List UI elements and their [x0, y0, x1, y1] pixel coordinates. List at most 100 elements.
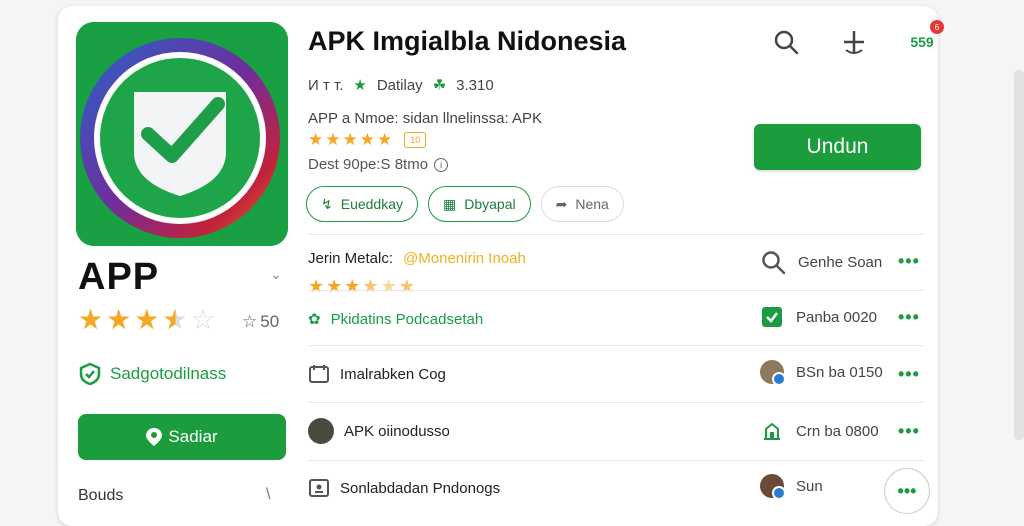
- row-right: Crn ba 0800: [760, 419, 879, 443]
- more-button[interactable]: •••: [884, 468, 930, 514]
- top-toolbar: 559 6: [770, 20, 944, 58]
- avatar: [308, 418, 334, 444]
- star-icon: ★: [326, 276, 343, 296]
- row-rating-stars: ★ ★ ★ ★ ★ ★: [308, 272, 415, 300]
- safety-label: Sadgotodilnass: [110, 364, 227, 383]
- left-action-button[interactable]: Sadiar: [78, 414, 286, 460]
- chip-action-2[interactable]: ▦ Dbyapal: [428, 186, 531, 222]
- star-half-icon: ★: [162, 304, 188, 335]
- row-highlight[interactable]: @Monenirin Inoah: [403, 250, 526, 267]
- status-dot: [772, 372, 786, 386]
- divider: [308, 345, 924, 346]
- calendar-icon: [309, 365, 329, 383]
- star-icon: ★: [78, 304, 104, 335]
- row-label: APK oiinodusso: [344, 422, 450, 440]
- section-label: Bouds: [78, 487, 124, 504]
- row-right-text: Panba 0020: [796, 308, 877, 326]
- star-icon: ★: [325, 130, 341, 149]
- divider: [308, 402, 924, 403]
- more-button[interactable]: •••: [898, 364, 920, 385]
- avatar[interactable]: [760, 474, 786, 500]
- chip-share[interactable]: ➦ Nena: [540, 186, 624, 222]
- meta-version: 3.310: [456, 76, 494, 94]
- more-button[interactable]: •••: [898, 251, 920, 272]
- checkbox-icon[interactable]: [760, 305, 784, 329]
- search-button[interactable]: [770, 26, 802, 58]
- chip-label: Eueddkay: [340, 196, 404, 212]
- row-right-text: Sun: [796, 477, 823, 495]
- list-item[interactable]: ✿ Pkidatins Podcadsetah: [308, 310, 483, 329]
- list-item[interactable]: Sonlabdadan Pndonogs: [308, 477, 500, 499]
- app-name: APP: [78, 256, 160, 298]
- notification-button[interactable]: 559 6: [906, 20, 944, 58]
- row-right-text: Crn ba 0800: [796, 422, 879, 440]
- page-title: APK Imgialbla Nidonesia: [308, 26, 627, 56]
- chip-action-1[interactable]: ↯ Eueddkay: [306, 186, 419, 222]
- leaf-icon: ↯: [321, 195, 333, 212]
- star-outline-icon: ☆: [242, 312, 258, 331]
- row-label: Sonlabdadan Pndonogs: [340, 479, 501, 497]
- notification-count: 559: [910, 34, 934, 50]
- meta-category[interactable]: Datilay: [377, 77, 423, 94]
- location-pin-icon: [146, 428, 163, 446]
- star-empty-icon: ☆: [190, 304, 216, 335]
- star-icon: ★: [377, 130, 393, 149]
- rating-badge: 10: [404, 132, 427, 148]
- notification-badge: 6: [930, 20, 944, 34]
- search-icon[interactable]: [760, 249, 786, 275]
- anchor-icon: [844, 31, 864, 54]
- app-icon: [76, 22, 288, 246]
- row-right-text: BSn ba 0150: [796, 363, 883, 381]
- install-button[interactable]: Undun: [754, 124, 921, 170]
- favorite-count-value: 50: [260, 312, 280, 331]
- description-text: Dest 90pe:S 8tmo: [308, 156, 429, 173]
- divider: [308, 460, 924, 461]
- star-icon: ★: [308, 276, 325, 296]
- star-icon: ★: [359, 130, 375, 149]
- app-description: Dest 90pe:S 8tmo i: [308, 156, 449, 173]
- status-dot: [772, 486, 786, 500]
- star-icon: ★: [398, 276, 415, 296]
- gear-icon: ✿: [308, 311, 321, 328]
- list-item[interactable]: Imalrabken Cog: [308, 363, 446, 385]
- avatar[interactable]: [760, 360, 786, 386]
- meta-text: И т т.: [308, 76, 344, 94]
- building-icon[interactable]: [760, 419, 784, 443]
- scrollbar[interactable]: [1014, 70, 1024, 440]
- favorite-count[interactable]: ☆ 50: [242, 312, 279, 332]
- more-button[interactable]: •••: [898, 421, 920, 442]
- app-subtitle: APP a Nmoe: sidan llnelinssa: APK: [308, 110, 543, 127]
- safety-badge[interactable]: Sadgotodilnass: [78, 362, 226, 386]
- star-icon: ★: [353, 77, 367, 94]
- divider: [308, 234, 924, 235]
- contact-card-icon: [309, 479, 329, 497]
- search-icon: [774, 30, 799, 55]
- list-item[interactable]: Jerin Metalc: @Monenirin Inoah: [308, 250, 526, 267]
- row-right-text: Genhe Soan: [798, 253, 883, 271]
- row-right: BSn ba 0150: [760, 360, 883, 386]
- row-right: Panba 0020: [760, 305, 877, 329]
- star-icon: ★: [308, 130, 324, 149]
- share-button[interactable]: [838, 26, 870, 58]
- row-right: Sun: [760, 474, 823, 500]
- chip-label: Nena: [575, 196, 609, 212]
- arrow-icon[interactable]: \: [266, 486, 270, 504]
- app-rating-stars: ★ ★ ★ ★ ☆: [78, 306, 216, 334]
- star-icon: ★: [106, 304, 132, 335]
- info-icon[interactable]: i: [434, 157, 449, 172]
- chevron-down-icon[interactable]: ⌄: [270, 266, 282, 283]
- row-right: Genhe Soan: [760, 249, 882, 275]
- star-icon: ★: [344, 276, 361, 296]
- star-icon: ★: [134, 304, 160, 335]
- share-icon: ➦: [555, 195, 568, 212]
- star-icon: ★: [342, 130, 358, 149]
- star-icon: ★: [380, 276, 397, 296]
- left-action-label: Sadiar: [168, 427, 218, 446]
- document-icon: ▦: [443, 195, 457, 212]
- chip-label: Dbyapal: [464, 196, 516, 212]
- detail-rating-stars: ★ ★ ★ ★ ★ 10: [308, 130, 427, 149]
- more-button[interactable]: •••: [898, 307, 920, 328]
- action-chips: ↯ Eueddkay ▦ Dbyapal ➦ Nena: [306, 186, 624, 222]
- list-item[interactable]: APK oiinodusso: [308, 418, 450, 444]
- divider: [308, 290, 924, 291]
